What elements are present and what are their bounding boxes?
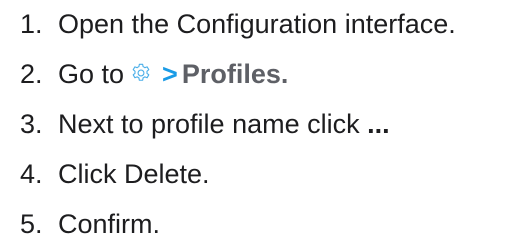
- step-text: Open the Configuration interface.: [58, 9, 456, 39]
- step-5: 5. Confirm.: [0, 206, 160, 242]
- step-number: 3.: [20, 109, 43, 139]
- more-options-indicator: ...: [367, 109, 390, 139]
- step-text: Click Delete.: [58, 159, 210, 189]
- step-text-main: Next to profile name click: [58, 109, 360, 139]
- step-number: 5.: [20, 209, 43, 239]
- step-1: 1. Open the Configuration interface.: [0, 6, 456, 42]
- step-number: 4.: [20, 159, 43, 189]
- step-number: 1.: [20, 9, 43, 39]
- step-text-prefix: Go to: [58, 59, 125, 89]
- gear-icon: [130, 62, 152, 84]
- menu-path-separator: >: [162, 59, 178, 89]
- step-2: 2. Go to > Profiles.: [0, 56, 288, 92]
- step-4: 4. Click Delete.: [0, 156, 210, 192]
- step-text: Confirm.: [58, 209, 161, 239]
- step-text: Next to profile name click ...: [58, 106, 390, 142]
- menu-path-profiles: Profiles.: [181, 59, 289, 89]
- step-text: Go to > Profiles.: [58, 56, 288, 92]
- step-3: 3. Next to profile name click ...: [0, 106, 390, 142]
- step-number: 2.: [20, 59, 43, 89]
